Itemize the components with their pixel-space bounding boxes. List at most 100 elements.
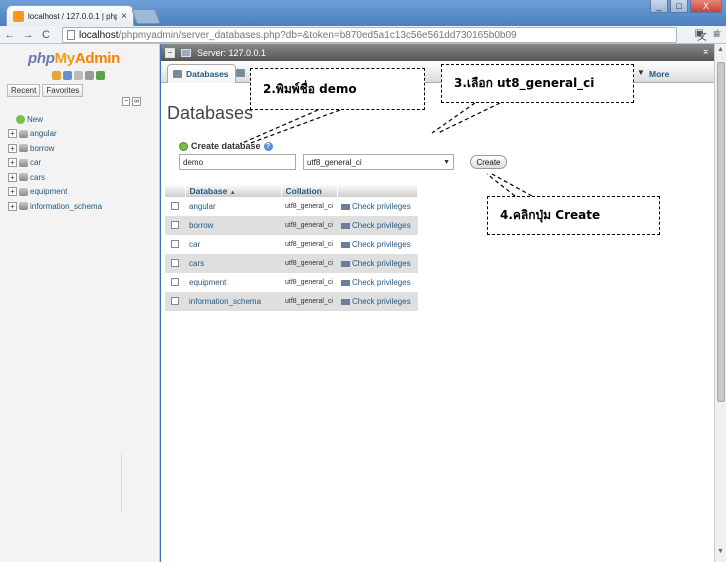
database-name-link[interactable]: angular	[185, 197, 281, 216]
collation-select[interactable]: utf8_general_ci ▼	[303, 154, 454, 170]
privileges-icon	[341, 241, 350, 248]
header-label: Database	[189, 185, 228, 196]
expand-icon[interactable]: +	[8, 201, 17, 211]
refresh-icon[interactable]	[96, 71, 105, 80]
actions-column-header	[337, 184, 418, 197]
database-icon	[19, 129, 28, 138]
scroll-down-icon[interactable]: ▼	[715, 548, 726, 560]
check-privileges-link[interactable]: Check privileges	[337, 216, 418, 235]
tree-label: car	[30, 158, 42, 168]
new-database-icon	[16, 114, 25, 124]
scroll-up-icon[interactable]: ▲	[715, 46, 726, 58]
menu-icon[interactable]: ≡	[713, 27, 720, 41]
tree-item-information-schema[interactable]: + information_schema	[8, 199, 102, 214]
window-close-button[interactable]: X	[690, 0, 722, 13]
tree-label: New	[27, 114, 44, 124]
settings-gear-icon[interactable]	[85, 71, 94, 80]
tree-label: angular	[30, 129, 57, 139]
checkbox-header	[165, 184, 186, 197]
tree-item-car[interactable]: + car	[8, 156, 102, 171]
browser-tab[interactable]: localhost / 127.0.0.1 | php ×	[6, 5, 134, 26]
database-name-link[interactable]: borrow	[185, 216, 281, 235]
table-row: car utf8_general_ci Check privileges	[165, 235, 418, 254]
server-label[interactable]: Server: 127.0.0.1	[197, 48, 266, 58]
check-privileges-link[interactable]: Check privileges	[337, 254, 418, 273]
tab-label: More	[649, 68, 670, 79]
check-privileges-link[interactable]: Check privileges	[337, 273, 418, 292]
forward-button[interactable]: →	[22, 29, 34, 41]
row-checkbox[interactable]	[171, 258, 179, 267]
expand-icon[interactable]: +	[8, 143, 17, 153]
navigation-panel: phpMyAdmin Recent Favorites − ∞ New + an…	[0, 44, 160, 562]
database-name-link[interactable]: car	[185, 235, 281, 254]
collapse-nav-icon[interactable]: −	[165, 47, 175, 58]
check-privileges-link[interactable]: Check privileges	[337, 197, 418, 216]
database-icon	[19, 144, 28, 153]
row-checkbox[interactable]	[171, 220, 179, 229]
check-privileges-text: Check privileges	[352, 221, 411, 230]
extension-icon[interactable]: ▣	[695, 28, 704, 39]
help-icon[interactable]: ?	[263, 141, 273, 151]
top-arrow-icon[interactable]: ⌅	[702, 46, 710, 57]
maximize-button[interactable]: □	[670, 0, 688, 13]
phpmyadmin-logo[interactable]: phpMyAdmin	[28, 50, 120, 67]
check-privileges-link[interactable]: Check privileges	[337, 292, 418, 311]
check-privileges-text: Check privileges	[352, 202, 411, 211]
docs-icon[interactable]	[74, 71, 83, 80]
logout-icon[interactable]	[63, 71, 72, 80]
home-icon[interactable]	[52, 71, 61, 80]
tree-label: equipment	[30, 187, 68, 197]
database-name-link[interactable]: information_schema	[185, 292, 281, 311]
address-bar[interactable]: localhost/phpmyadmin/server_databases.ph…	[62, 27, 677, 43]
nav-tab-favorites[interactable]: Favorites	[42, 84, 84, 97]
nav-quick-icons	[52, 71, 105, 80]
privileges-icon	[341, 279, 350, 286]
database-column-header[interactable]: Database ▲	[185, 184, 282, 197]
new-tab-button[interactable]	[131, 9, 161, 24]
server-icon	[181, 48, 191, 57]
database-name-link[interactable]: equipment	[185, 273, 281, 292]
link-with-main-icon[interactable]: ∞	[132, 97, 142, 106]
page-scrollbar[interactable]: ▲ ▼	[714, 44, 726, 562]
tree-item-equipment[interactable]: + equipment	[8, 185, 102, 200]
row-checkbox[interactable]	[171, 296, 179, 305]
collapse-all-icon[interactable]: −	[122, 97, 131, 106]
tree-item-new[interactable]: New	[16, 112, 102, 127]
collation-selected-value: utf8_general_ci	[307, 157, 362, 167]
scrollbar-thumb[interactable]	[717, 62, 725, 402]
nav-tab-recent[interactable]: Recent	[7, 84, 41, 97]
row-checkbox[interactable]	[171, 239, 179, 248]
collation-column-header[interactable]: Collation	[281, 184, 338, 197]
tree-item-cars[interactable]: + cars	[8, 170, 102, 185]
create-button[interactable]: Create	[470, 155, 507, 169]
sql-icon	[236, 69, 245, 77]
tab-databases[interactable]: Databases	[167, 64, 236, 83]
page-icon	[67, 30, 75, 40]
database-name-input[interactable]	[179, 154, 296, 170]
dropdown-arrow-icon: ▼	[637, 68, 645, 77]
expand-icon[interactable]: +	[8, 158, 17, 168]
expand-icon[interactable]: +	[8, 172, 17, 182]
minimize-button[interactable]: _	[650, 0, 668, 13]
resize-handle[interactable]	[121, 454, 122, 512]
expand-icon[interactable]: +	[8, 129, 17, 139]
database-tree: New + angular + borrow + car + cars + eq…	[8, 112, 102, 214]
expand-icon[interactable]: +	[8, 187, 17, 197]
collation-cell: utf8_general_ci	[281, 273, 337, 292]
row-checkbox[interactable]	[171, 201, 179, 210]
databases-icon	[173, 70, 182, 78]
check-privileges-link[interactable]: Check privileges	[337, 235, 418, 254]
tab-more[interactable]: ▼ More	[633, 64, 675, 83]
tree-item-angular[interactable]: + angular	[8, 127, 102, 142]
browser-toolbar: ← → C localhost/phpmyadmin/server_databa…	[0, 26, 726, 44]
back-button[interactable]: ←	[4, 29, 16, 41]
row-checkbox[interactable]	[171, 277, 179, 286]
reload-button[interactable]: C	[40, 29, 52, 41]
tree-item-borrow[interactable]: + borrow	[8, 141, 102, 156]
annotation-step2: 2.พิมพ์ชื่อ demo	[250, 68, 425, 110]
create-database-text: Create database	[191, 141, 261, 151]
logo-php: php	[28, 50, 55, 67]
tab-label: Databases	[186, 69, 229, 79]
tab-close-icon[interactable]: ×	[121, 11, 127, 22]
database-name-link[interactable]: cars	[185, 254, 281, 273]
